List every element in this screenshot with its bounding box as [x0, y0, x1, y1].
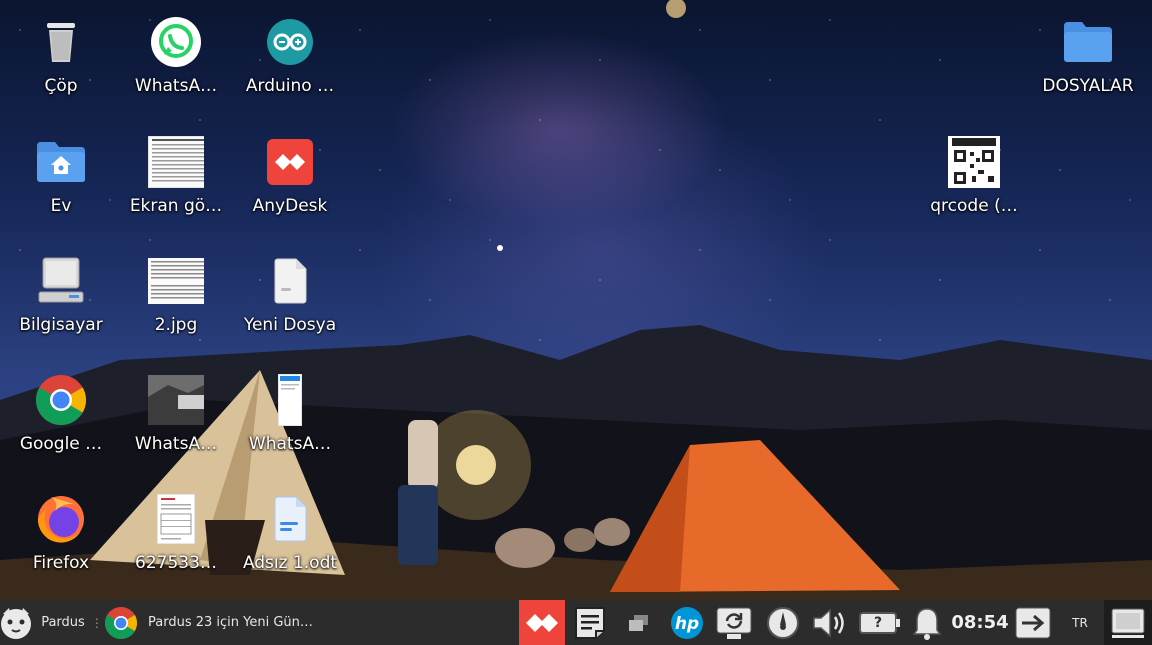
chrome-icon [33, 372, 89, 428]
arduino-icon [262, 14, 318, 70]
chrome-icon [104, 606, 138, 640]
photo-thumbnail [148, 372, 204, 428]
desktop-icon-yeni-dosya[interactable]: Yeni Dosya [240, 243, 340, 351]
firefox-icon [33, 491, 89, 547]
desktop-icon-dosyalar[interactable]: DOSYALAR [1038, 4, 1138, 112]
keyboard-layout-button[interactable]: TR [1062, 600, 1098, 645]
show-desktop-button[interactable] [1104, 600, 1152, 645]
notes-icon [572, 605, 608, 641]
desktop-icon-label: Yeni Dosya [243, 315, 337, 335]
desktop-icon-ev[interactable]: Ev [11, 124, 111, 232]
desktop-icon-label: qrcode (… [930, 196, 1018, 216]
notifications-button[interactable] [906, 600, 948, 645]
update-icon [715, 605, 753, 641]
software-update-button[interactable] [712, 600, 756, 645]
volume-button[interactable] [808, 600, 852, 645]
hp-icon: hp [669, 605, 705, 641]
anydesk-icon [262, 134, 318, 190]
desktop-icon-whatsapp[interactable]: WhatsA… [126, 4, 226, 112]
volume-icon [810, 605, 850, 641]
qrcode-thumbnail [946, 134, 1002, 190]
desktop-icon-adsiz-odt[interactable]: Adsız 1.odt [240, 481, 340, 589]
show-desktop-icon [1109, 606, 1147, 640]
desktop-icon-whatsapp-image-2[interactable]: WhatsA… [240, 362, 340, 470]
hp-tray-button[interactable]: hp [666, 600, 708, 645]
windows-overview-icon [626, 613, 650, 633]
desktop-icon-label: AnyDesk [252, 196, 328, 216]
desktop-icon-ekran-goruntusu[interactable]: Ekran gö… [126, 124, 226, 232]
taskbar: Pardus ⋮ Pardus 23 için Yeni Gün… hp ? 0… [0, 600, 1152, 645]
gauge-icon [765, 605, 801, 641]
notes-tray-button[interactable] [568, 600, 612, 645]
whatsapp-icon [148, 14, 204, 70]
bell-icon [911, 605, 943, 641]
desktop-icon-label: WhatsA… [134, 434, 218, 454]
desktop-icon-firefox[interactable]: Firefox [11, 481, 111, 589]
desktop-icon-label: Arduino … [245, 76, 335, 96]
writer-document-icon [262, 491, 318, 547]
desktop-icon-label: Çöp [44, 76, 78, 96]
drag-handle-icon: ⋮ [90, 615, 103, 630]
keyboard-layout-text: TR [1072, 615, 1088, 630]
desktop-icon-627533[interactable]: 627533… [126, 481, 226, 589]
blank-file-icon [262, 253, 318, 309]
desktop-icon-label: WhatsA… [248, 434, 332, 454]
desktop-icon-label: Ekran gö… [129, 196, 223, 216]
desktop-icon-label: Ev [50, 196, 72, 216]
desktop-icon-bilgisayar[interactable]: Bilgisayar [11, 243, 111, 351]
battery-button[interactable]: ? [856, 600, 904, 645]
desktop-icon-label: 2.jpg [154, 315, 198, 335]
start-menu-label: Pardus [41, 615, 85, 630]
desktop-wallpaper: Çöp WhatsA… Arduino … DOSYALAR Ev Ekran … [0, 0, 1152, 600]
phone-screenshot-thumbnail [262, 372, 318, 428]
logout-icon [1014, 606, 1052, 640]
desktop-icon-label: WhatsA… [134, 76, 218, 96]
anydesk-tray-button[interactable] [519, 600, 565, 645]
desktop-icon-anydesk[interactable]: AnyDesk [240, 124, 340, 232]
session-button[interactable] [1010, 600, 1056, 645]
trash-icon [33, 14, 89, 70]
battery-icon: ? [858, 610, 902, 636]
battery-status-text: ? [873, 614, 883, 631]
desktop-icon-cop[interactable]: Çöp [11, 4, 111, 112]
desktop-icon-label: 627533… [135, 553, 217, 573]
computer-icon [33, 253, 89, 309]
home-folder-icon [33, 134, 89, 190]
screenshot-document-thumbnail [148, 134, 204, 190]
desktop-icon-arduino[interactable]: Arduino … [240, 4, 340, 112]
desktop-icon-label: Firefox [32, 553, 90, 573]
task-chrome-window[interactable]: Pardus 23 için Yeni Gün… [104, 600, 414, 645]
pardus-leopard-icon [0, 604, 35, 642]
task-window-title: Pardus 23 için Yeni Gün… [148, 615, 313, 630]
desktop-icon-whatsapp-image[interactable]: WhatsA… [126, 362, 226, 470]
desktop-icon-label: Bilgisayar [19, 315, 103, 335]
desktop-icon-label: DOSYALAR [1042, 76, 1134, 96]
svg-text:hp: hp [675, 614, 699, 634]
document-thumbnail [148, 491, 204, 547]
desktop-icon-2jpg[interactable]: 2.jpg [126, 243, 226, 351]
anydesk-icon [524, 610, 560, 636]
folder-icon [1060, 14, 1116, 70]
image-thumbnail [148, 253, 204, 309]
clock-button[interactable]: 08:54 [950, 600, 1010, 645]
clock-text: 08:54 [951, 612, 1009, 633]
desktop-icon-qrcode[interactable]: qrcode (… [924, 124, 1024, 232]
desktop-icon-google-chrome[interactable]: Google … [11, 362, 111, 470]
performance-tray-button[interactable] [762, 600, 804, 645]
start-menu-button[interactable]: Pardus ⋮ [0, 600, 103, 645]
workspace-switcher-button[interactable] [620, 600, 656, 645]
desktop-icon-label: Google … [19, 434, 103, 454]
desktop-icon-label: Adsız 1.odt [242, 553, 338, 573]
